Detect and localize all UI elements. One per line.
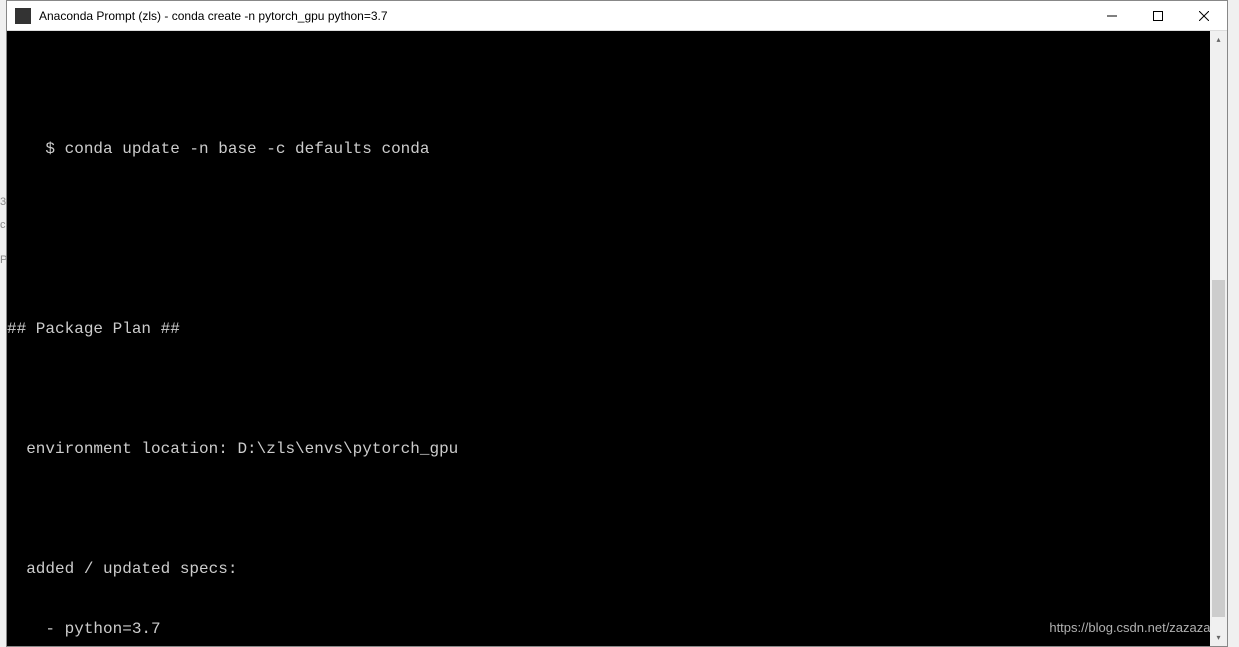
terminal-line — [7, 379, 1227, 399]
terminal-line: added / updated specs: — [7, 559, 1227, 579]
terminal-line: ## Package Plan ## — [7, 319, 1227, 339]
terminal-line: $ conda update -n base -c defaults conda — [7, 139, 1227, 159]
window-title: Anaconda Prompt (zls) - conda create -n … — [39, 9, 1089, 23]
terminal-content: $ conda update -n base -c defaults conda… — [7, 31, 1227, 646]
terminal-body[interactable]: $ conda update -n base -c defaults conda… — [7, 31, 1227, 646]
scroll-up-arrow[interactable]: ▴ — [1210, 31, 1227, 48]
window-controls — [1089, 1, 1227, 30]
scroll-down-arrow[interactable]: ▾ — [1210, 629, 1227, 646]
terminal-line: environment location: D:\zls\envs\pytorc… — [7, 439, 1227, 459]
terminal-window: Anaconda Prompt (zls) - conda create -n … — [6, 0, 1228, 647]
maximize-button[interactable] — [1135, 1, 1181, 30]
close-button[interactable] — [1181, 1, 1227, 30]
terminal-line — [7, 199, 1227, 219]
app-icon — [15, 8, 31, 24]
titlebar[interactable]: Anaconda Prompt (zls) - conda create -n … — [7, 1, 1227, 31]
scroll-track[interactable] — [1210, 48, 1227, 629]
terminal-line: - python=3.7 — [7, 619, 1227, 639]
scroll-thumb[interactable] — [1212, 280, 1225, 617]
vertical-scrollbar[interactable]: ▴ ▾ — [1210, 31, 1227, 646]
minimize-button[interactable] — [1089, 1, 1135, 30]
terminal-line — [7, 259, 1227, 279]
terminal-line — [7, 499, 1227, 519]
terminal-line — [7, 79, 1227, 99]
watermark-text: https://blog.csdn.net/zazazav — [1049, 618, 1217, 638]
